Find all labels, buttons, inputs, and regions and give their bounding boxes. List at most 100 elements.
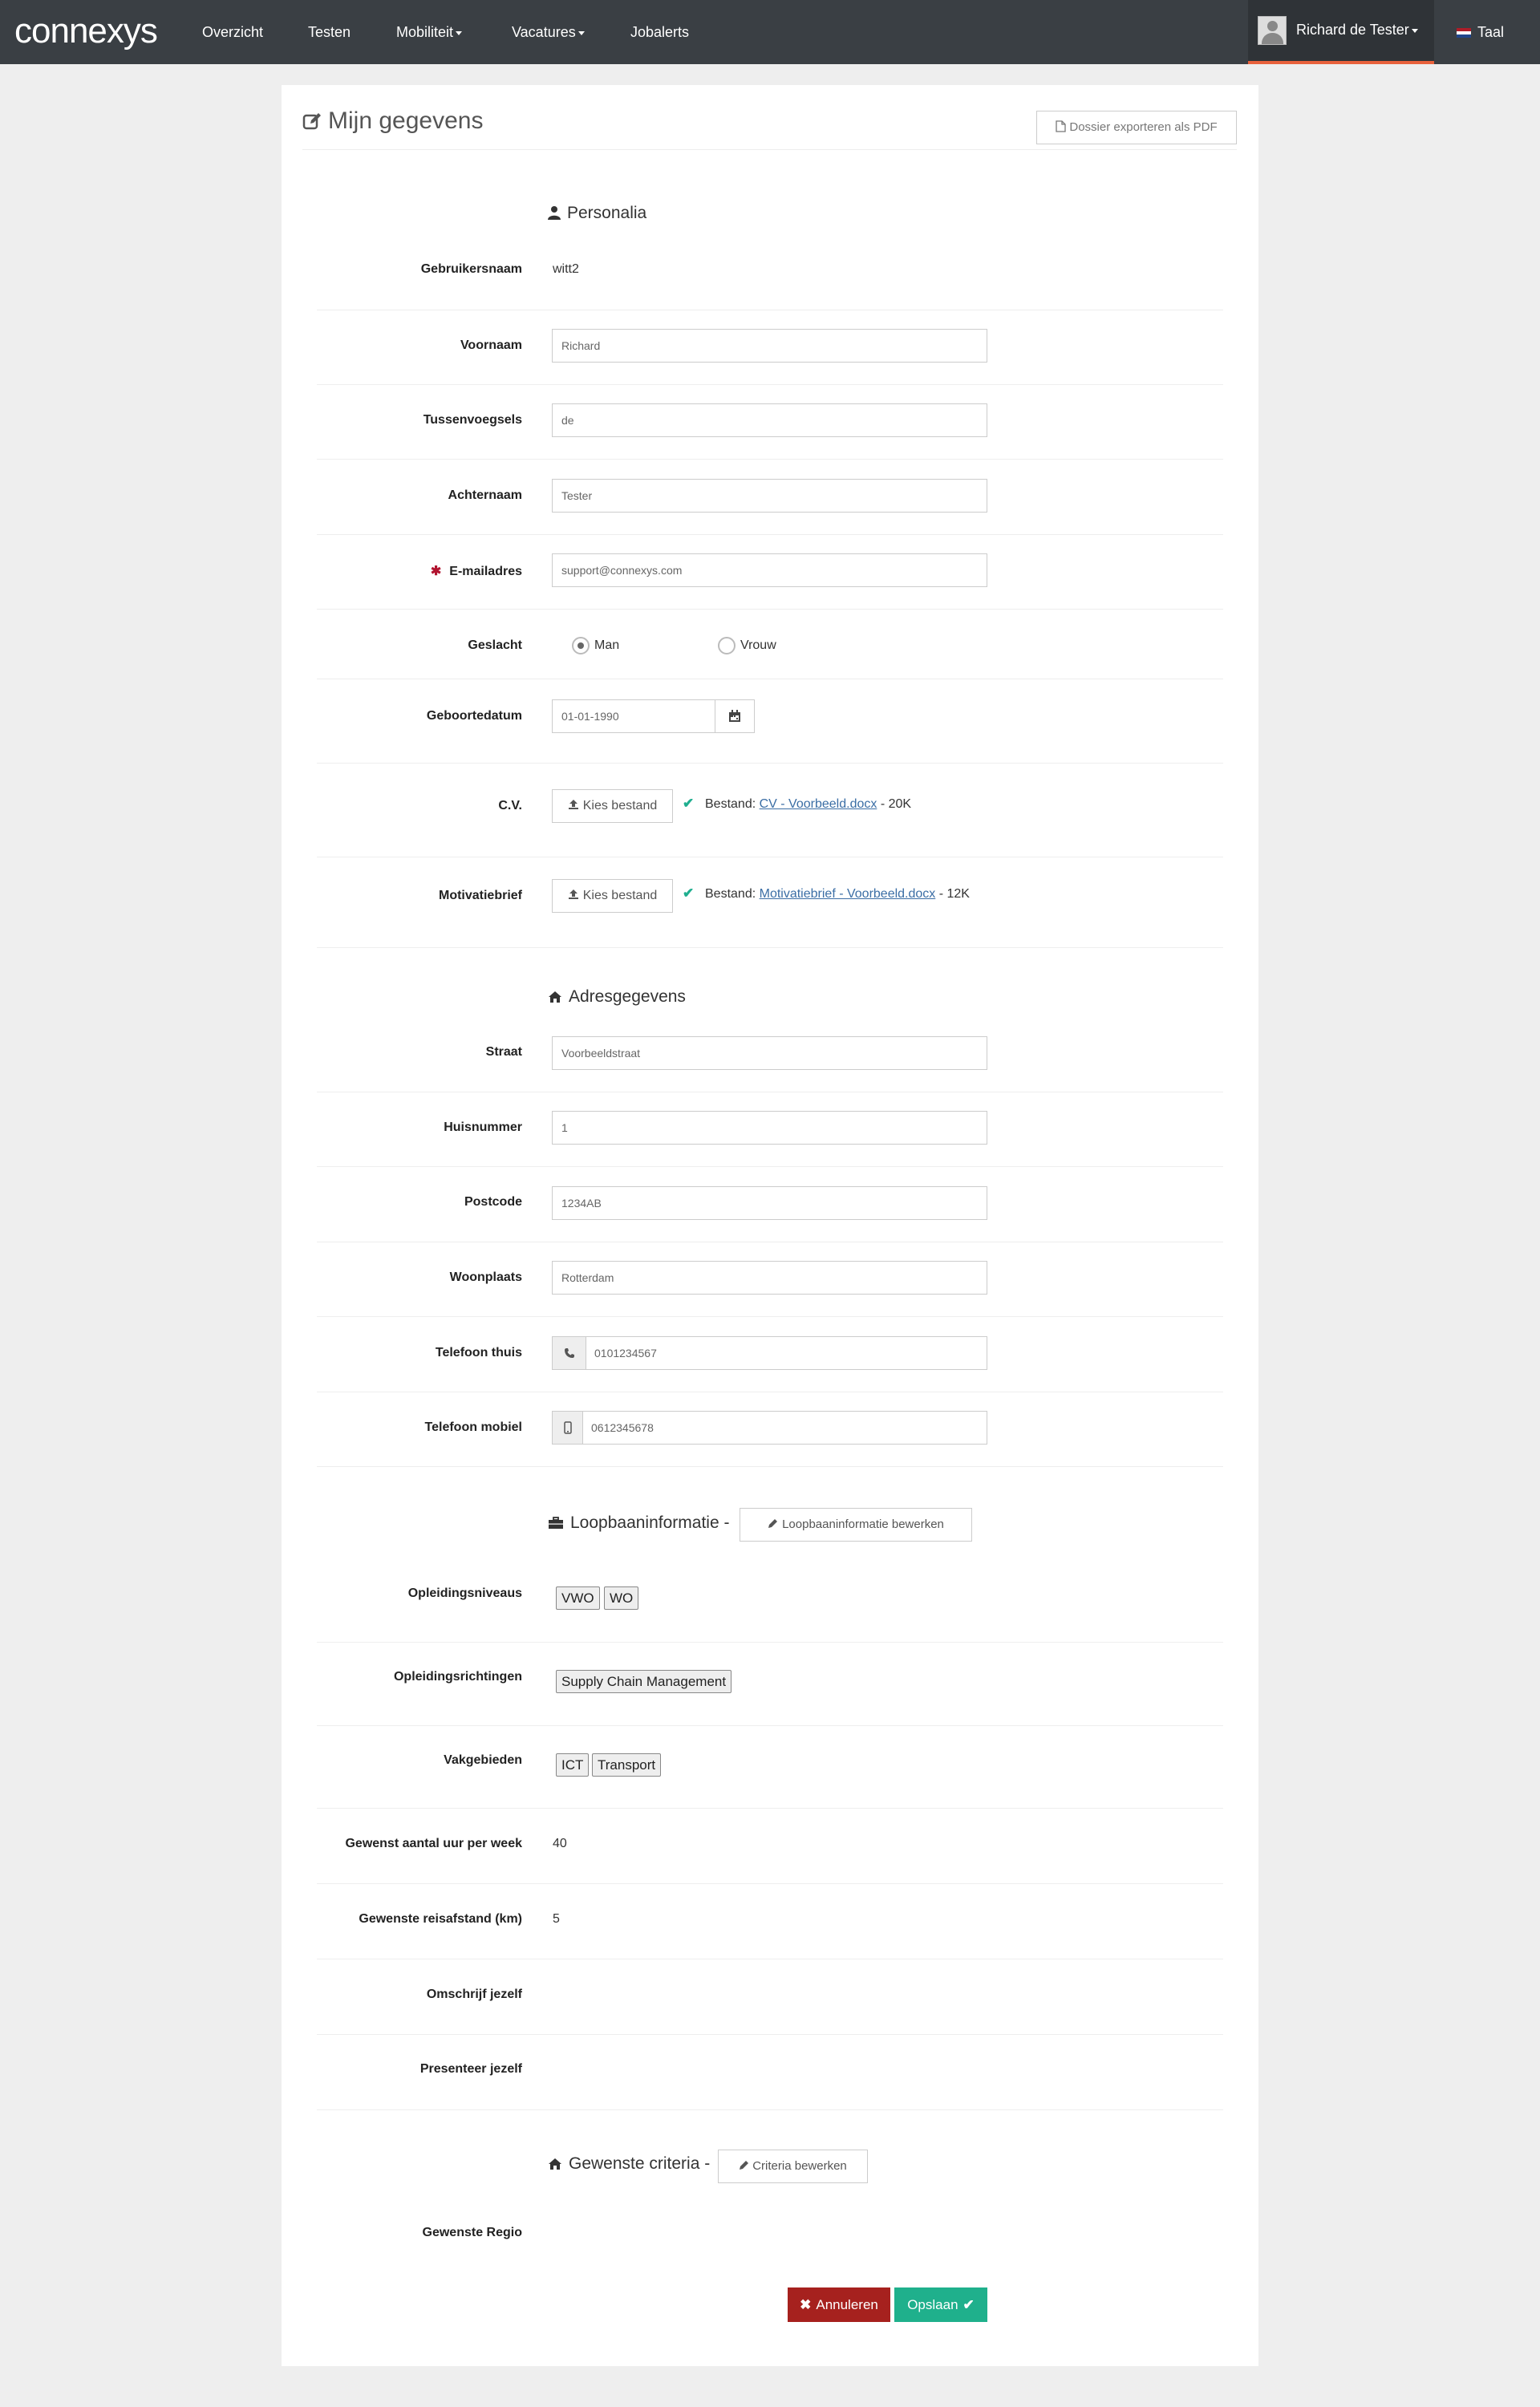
- username-value: witt2: [553, 262, 579, 276]
- postcode-label: Postcode: [464, 1195, 522, 1209]
- tag-transport: Transport: [592, 1753, 662, 1777]
- required-asterisk-icon: ✱: [430, 565, 442, 578]
- phone-home-field[interactable]: 0101234567: [586, 1336, 987, 1370]
- divider: [317, 1316, 1223, 1317]
- caret-down-icon: [1411, 28, 1418, 33]
- pencil-icon: [768, 1519, 778, 1528]
- file-prefix: Bestand:: [705, 887, 756, 901]
- home-icon: [549, 2158, 561, 2170]
- divider: [317, 1725, 1223, 1726]
- briefcase-icon: [549, 1517, 563, 1529]
- cv-choose-file-label: Kies bestand: [582, 799, 658, 812]
- section-criteria: Gewenste criteria -: [548, 2154, 710, 2174]
- divider: [317, 1642, 1223, 1643]
- nav-mobiliteit-label: Mobiliteit: [396, 24, 454, 40]
- divider: [317, 2109, 1223, 2110]
- city-field[interactable]: Rotterdam: [552, 1261, 987, 1295]
- check-icon: ✔: [962, 2297, 975, 2312]
- street-field[interactable]: Voorbeeldstraat: [552, 1036, 987, 1070]
- last-name-field[interactable]: Tester: [552, 479, 987, 513]
- divider: [317, 763, 1223, 764]
- file-prefix: Bestand:: [705, 797, 756, 811]
- caret-down-icon: [578, 30, 585, 35]
- calendar-button[interactable]: [715, 699, 755, 733]
- infix-field[interactable]: de: [552, 403, 987, 437]
- cancel-button[interactable]: ✖ Annuleren: [788, 2287, 890, 2322]
- user-menu[interactable]: Richard de Tester: [1248, 0, 1434, 64]
- gender-female-option[interactable]: Vrouw: [718, 637, 790, 656]
- hours-value: 40: [553, 1837, 567, 1850]
- pencil-icon: [740, 2161, 749, 2170]
- language-label: Taal: [1477, 24, 1505, 40]
- motivation-file-info: Bestand: Motivatiebrief - Voorbeeld.docx…: [705, 887, 970, 902]
- education-directions-label: Opleidingsrichtingen: [393, 1670, 522, 1684]
- edit-criteria-button[interactable]: Criteria bewerken: [718, 2150, 868, 2183]
- motivation-choose-file-label: Kies bestand: [582, 889, 658, 902]
- birthdate-label: Geboortedatum: [426, 709, 522, 723]
- page-title: Mijn gegevens: [302, 107, 483, 135]
- last-name-label: Achternaam: [448, 488, 522, 502]
- check-icon: ✔: [683, 885, 695, 901]
- page-title-text: Mijn gegevens: [328, 107, 484, 134]
- section-personalia: Personalia: [548, 204, 646, 223]
- connexys-logo[interactable]: connexys: [14, 11, 158, 51]
- tag-vwo: VWO: [556, 1586, 600, 1610]
- title-divider: [302, 149, 1237, 150]
- cancel-label: Annuleren: [816, 2297, 878, 2312]
- motivation-label: Motivatiebrief: [438, 889, 522, 902]
- check-icon: ✔: [683, 796, 695, 811]
- divider: [317, 2034, 1223, 2035]
- mobile-phone-icon: [564, 1421, 572, 1434]
- birthdate-field[interactable]: 01-01-1990: [552, 699, 715, 733]
- gender-male-option[interactable]: Man: [572, 637, 636, 656]
- nav-vacatures[interactable]: Vacatures: [512, 0, 585, 64]
- city-label: Woonplaats: [449, 1270, 522, 1284]
- save-button[interactable]: Opslaan ✔: [894, 2287, 987, 2322]
- postcode-field[interactable]: 1234AB: [552, 1186, 987, 1220]
- export-pdf-button[interactable]: Dossier exporteren als PDF: [1036, 111, 1237, 144]
- motivation-file-link[interactable]: Motivatiebrief - Voorbeeld.docx: [760, 887, 936, 901]
- nav-mobiliteit[interactable]: Mobiliteit: [396, 0, 463, 64]
- save-label: Opslaan: [907, 2297, 958, 2312]
- edit-career-button[interactable]: Loopbaaninformatie bewerken: [740, 1508, 972, 1542]
- radio-unchecked-icon[interactable]: [718, 637, 736, 654]
- cv-choose-file-button[interactable]: Kies bestand: [552, 789, 673, 823]
- tag-ict: ICT: [556, 1753, 590, 1777]
- nav-jobalerts[interactable]: Jobalerts: [630, 0, 689, 64]
- language-menu[interactable]: Taal: [1457, 0, 1504, 64]
- email-field[interactable]: support@connexys.com: [552, 553, 987, 587]
- section-personalia-title: Personalia: [567, 204, 647, 222]
- motivation-file-size: - 12K: [938, 887, 970, 901]
- tag-wo: WO: [604, 1586, 639, 1610]
- home-icon: [549, 991, 561, 1003]
- nav-overzicht[interactable]: Overzicht: [202, 0, 263, 64]
- house-number-field[interactable]: 1: [552, 1111, 987, 1145]
- infix-label: Tussenvoegsels: [423, 413, 522, 427]
- divider: [317, 947, 1223, 948]
- cv-file-link[interactable]: CV - Voorbeeld.docx: [760, 797, 877, 811]
- motivation-choose-file-button[interactable]: Kies bestand: [552, 879, 673, 913]
- mobile-addon: [552, 1411, 583, 1445]
- radio-checked-icon[interactable]: [572, 637, 590, 654]
- nav-vacatures-label: Vacatures: [512, 24, 576, 40]
- first-name-field[interactable]: Richard: [552, 329, 987, 363]
- upload-icon: [568, 800, 578, 809]
- street-label: Straat: [485, 1045, 522, 1059]
- present-yourself-label: Presenteer jezelf: [419, 2062, 522, 2076]
- distance-value: 5: [553, 1912, 560, 1926]
- divider: [317, 1166, 1223, 1167]
- edit-criteria-label: Criteria bewerken: [752, 2159, 847, 2173]
- gender-female-label: Vrouw: [740, 638, 776, 652]
- tag-supply-chain: Supply Chain Management: [556, 1670, 732, 1693]
- education-levels-label: Opleidingsniveaus: [407, 1586, 522, 1600]
- divider: [317, 1466, 1223, 1467]
- caret-down-icon: [456, 30, 463, 35]
- gender-male-label: Man: [594, 638, 620, 652]
- phone-mobile-field[interactable]: 0612345678: [582, 1411, 987, 1445]
- divider: [317, 1883, 1223, 1884]
- fields-label: Vakgebieden: [444, 1753, 522, 1767]
- nav-testen[interactable]: Testen: [308, 0, 351, 64]
- section-address: Adresgegevens: [548, 987, 686, 1007]
- upload-icon: [568, 889, 578, 899]
- user-name: Richard de Tester: [1296, 22, 1409, 38]
